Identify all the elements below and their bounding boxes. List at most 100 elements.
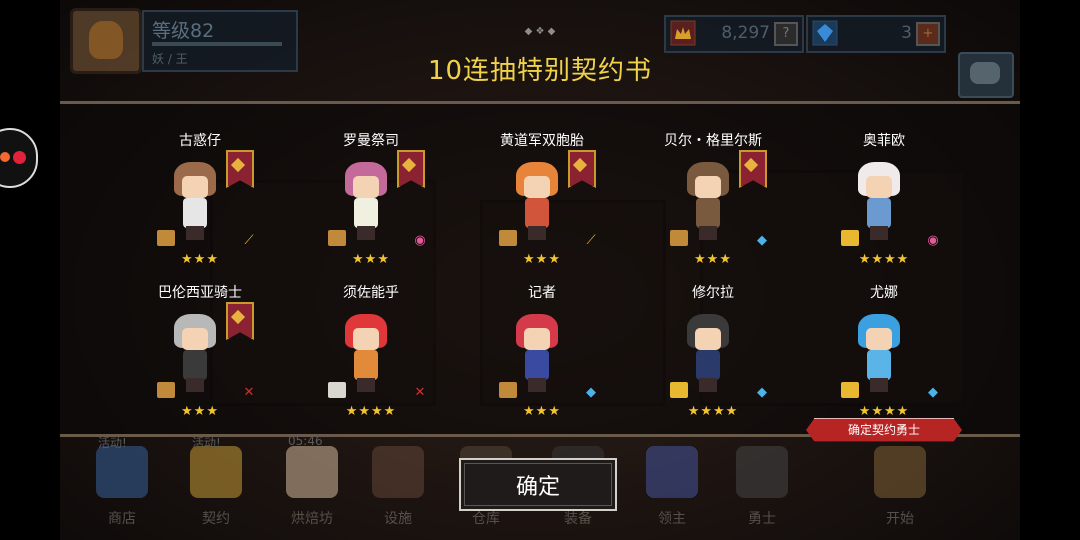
cross-sword-icon: ✕ — [243, 385, 255, 400]
scroll-icon — [157, 230, 175, 246]
nav-label: 开始 — [886, 511, 914, 527]
hero-name: 罗曼祭司 — [343, 133, 399, 149]
player-level: 等级82 — [152, 20, 215, 42]
hero-sprite — [341, 162, 391, 242]
player-avatar — [70, 8, 142, 74]
water-icon: ◆ — [928, 385, 938, 400]
nav-label: 设施 — [384, 511, 412, 527]
hero-name: 须佐能乎 — [343, 285, 399, 301]
hero-sprite — [170, 162, 220, 242]
scroll-icon — [157, 382, 175, 398]
nav-label: 勇士 — [748, 511, 776, 527]
nav-icon — [646, 446, 698, 498]
nav-item[interactable]: 勇士 — [722, 438, 802, 540]
recorder-icon — [0, 152, 10, 162]
gold-help-button[interactable]: ? — [774, 22, 798, 46]
water-icon: ◆ — [586, 385, 596, 400]
hero-card[interactable]: 巴伦西亚骑士 ✕ ★★★ — [120, 256, 280, 419]
chat-button[interactable] — [958, 52, 1014, 98]
nav-icon — [372, 446, 424, 498]
screen-recorder-bubble[interactable] — [0, 128, 38, 188]
nav-label: 装备 — [564, 511, 592, 527]
scroll-icon — [499, 230, 517, 246]
hero-name: 古惑仔 — [179, 133, 221, 149]
hero-name: 尤娜 — [870, 285, 898, 301]
chat-icon — [970, 62, 1000, 84]
star-rating: ★★★★ — [687, 404, 739, 419]
banner-icon — [226, 302, 254, 340]
banner-icon — [226, 150, 254, 188]
nav-icon — [190, 446, 242, 498]
water-icon: ◆ — [757, 385, 767, 400]
hero-card[interactable]: 黄道军双胞胎 ⟋ ★★★ — [462, 104, 622, 267]
scroll-icon — [670, 230, 688, 246]
star-rating: ★★★ — [181, 404, 219, 419]
player-level-box: 等级82 妖 / 王 — [142, 10, 298, 72]
star-rating: ★★★★ — [345, 404, 397, 419]
banner-icon — [568, 150, 596, 188]
hero-card[interactable]: 须佐能乎 ✕ ★★★★ — [291, 256, 451, 419]
hero-name: 贝尔・格里尔斯 — [664, 133, 762, 149]
hero-name: 巴伦西亚骑士 — [158, 285, 242, 301]
scroll-icon — [841, 382, 859, 398]
title-ornament-icon: ◆ ❖ ◆ — [524, 26, 556, 37]
nav-tag: 05:46 — [288, 434, 323, 448]
nav-label: 烘焙坊 — [291, 511, 333, 527]
nav-item[interactable]: 烘焙坊 05:46 — [272, 434, 352, 540]
hero-card[interactable]: 古惑仔 ⟋ ★★★ — [120, 104, 280, 267]
scroll-icon — [499, 382, 517, 398]
scroll-icon — [670, 382, 688, 398]
sword-icon: ⟋ — [586, 233, 596, 248]
star-rating: ★★★★ — [858, 404, 910, 419]
hero-card[interactable]: 奥菲欧 ◉ ★★★★ — [804, 104, 964, 267]
nav-item[interactable]: 契约 活动! — [176, 436, 256, 540]
scroll-icon — [328, 382, 346, 398]
nav-tag: 活动! — [192, 436, 221, 450]
nav-item[interactable]: 开始 — [860, 438, 940, 540]
fire-orb-icon: ◉ — [414, 233, 426, 248]
hero-card[interactable]: 贝尔・格里尔斯 ◆ ★★★ — [633, 104, 793, 267]
scroll-icon — [328, 230, 346, 246]
banner-icon — [739, 150, 767, 188]
confirm-button[interactable]: 确定 — [459, 458, 617, 511]
hero-sprite — [683, 162, 733, 242]
nav-label: 商店 — [108, 511, 136, 527]
banner-icon — [397, 150, 425, 188]
add-gems-button[interactable]: + — [916, 22, 940, 46]
player-info: 等级82 妖 / 王 — [66, 6, 298, 74]
gem-counter: 3 + — [806, 15, 946, 53]
player-title: 妖 / 王 — [152, 52, 188, 66]
hero-name: 记者 — [528, 285, 556, 301]
nav-label: 契约 — [202, 511, 230, 527]
nav-item[interactable]: 商店 活动! — [82, 436, 162, 540]
nav-item[interactable]: 设施 — [358, 438, 438, 540]
hero-card[interactable]: 罗曼祭司 ◉ ★★★ — [291, 104, 451, 267]
gold-counter: 8,297 ? — [664, 15, 804, 53]
hero-sprite — [512, 314, 562, 394]
hero-sprite — [854, 162, 904, 242]
nav-icon — [736, 446, 788, 498]
hero-card[interactable]: 修尔拉 ◆ ★★★★ — [633, 256, 793, 419]
nav-icon — [286, 446, 338, 498]
hero-card[interactable]: 记者 ◆ ★★★ — [462, 256, 622, 419]
gem-amount: 3 — [901, 23, 912, 43]
nav-icon — [96, 446, 148, 498]
exp-bar — [152, 42, 282, 46]
fire-orb-icon: ◉ — [927, 233, 939, 248]
nav-label: 领主 — [658, 511, 686, 527]
crown-icon — [670, 20, 696, 46]
page-title: 10连抽特别契约书 — [427, 56, 653, 86]
nav-icon — [874, 446, 926, 498]
hero-name: 黄道军双胞胎 — [500, 133, 584, 149]
hero-name: 奥菲欧 — [863, 133, 905, 149]
hero-sprite — [170, 314, 220, 394]
hero-sprite — [341, 314, 391, 394]
cross-sword-icon: ✕ — [414, 385, 426, 400]
record-dot-icon — [13, 151, 26, 164]
hero-card[interactable]: 尤娜 ◆ ★★★★ — [804, 256, 964, 419]
nav-item[interactable]: 领主 — [632, 438, 712, 540]
nav-label: 仓库 — [472, 511, 500, 527]
hero-name: 修尔拉 — [692, 285, 734, 301]
nav-tag: 活动! — [98, 436, 127, 450]
water-icon: ◆ — [757, 233, 767, 248]
